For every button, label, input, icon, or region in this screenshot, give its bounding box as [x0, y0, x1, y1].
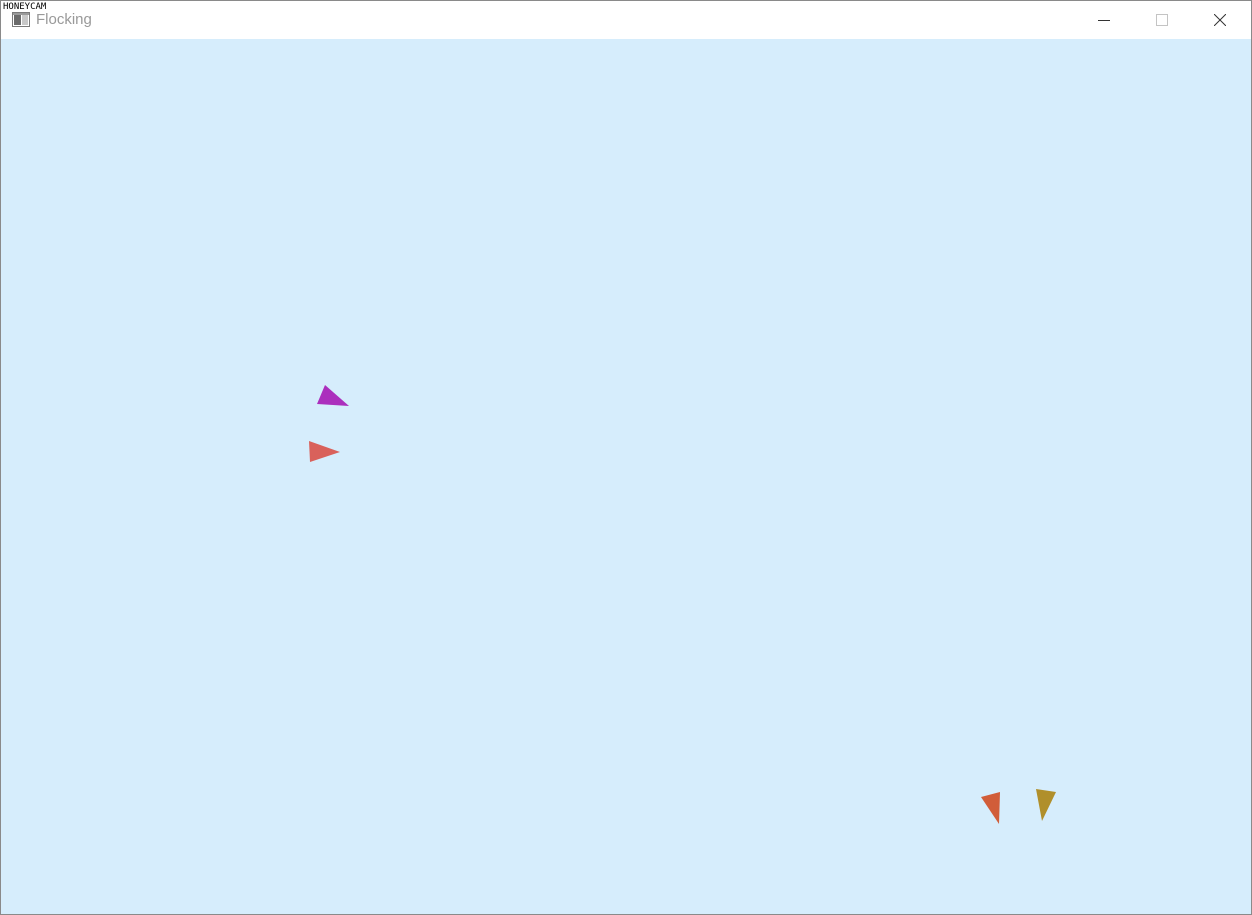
app-window-icon[interactable] — [12, 12, 30, 27]
boid-gold — [1036, 789, 1056, 821]
title-bar[interactable]: Flocking — [1, 1, 1251, 39]
flocking-canvas[interactable] — [1, 39, 1251, 914]
window-title: Flocking — [36, 11, 92, 28]
boid-orange — [981, 792, 1000, 824]
maximize-icon — [1156, 14, 1168, 26]
recorder-watermark: HONEYCAM — [3, 2, 47, 12]
minimize-button[interactable] — [1075, 1, 1133, 39]
minimize-icon — [1098, 20, 1110, 21]
maximize-button[interactable] — [1133, 1, 1191, 39]
close-icon — [1214, 14, 1226, 26]
boid-coral — [309, 441, 340, 462]
boid-magenta — [317, 385, 349, 406]
boids-layer — [309, 385, 1056, 824]
close-button[interactable] — [1191, 1, 1249, 39]
app-window: Flocking — [0, 0, 1252, 915]
